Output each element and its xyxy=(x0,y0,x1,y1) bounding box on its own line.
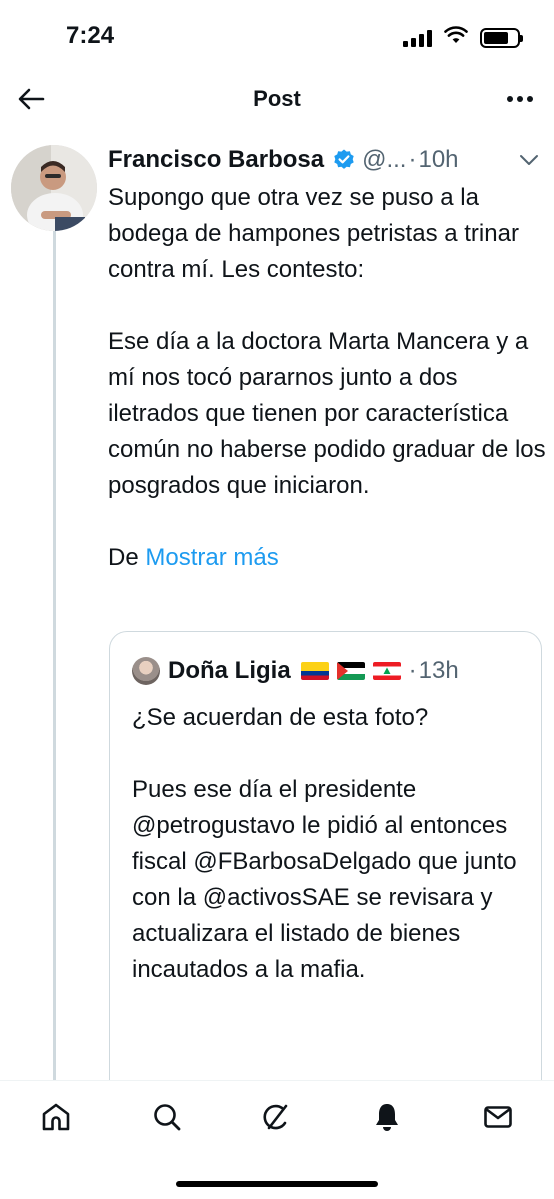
thread-line xyxy=(53,208,56,1080)
lebanon-flag-icon xyxy=(372,662,401,680)
quoted-post-text: ¿Se acuerdan de esta foto? Pues ese día … xyxy=(132,700,532,988)
chevron-down-icon[interactable] xyxy=(518,153,540,167)
tab-search[interactable] xyxy=(147,1099,187,1135)
home-icon xyxy=(42,1103,70,1131)
show-more-link[interactable]: Mostrar más xyxy=(145,544,278,571)
status-time: 7:24 xyxy=(66,22,115,49)
tab-notifications[interactable] xyxy=(367,1099,407,1135)
more-options-button[interactable] xyxy=(502,82,538,116)
page-title: Post xyxy=(253,86,301,111)
post-text: Supongo que otra vez se puso a la bodega… xyxy=(108,180,548,576)
quoted-paragraph: Pues ese día el presidente @petrogustavo… xyxy=(132,776,517,983)
author-name[interactable]: Francisco Barbosa xyxy=(108,146,324,174)
quoted-author-name: Doña Ligia xyxy=(168,657,291,684)
header: Post xyxy=(0,72,554,126)
more-dots-icon xyxy=(507,96,533,102)
grok-icon xyxy=(263,1104,288,1130)
post-truncated-line: De Mostrar más xyxy=(108,540,548,576)
verified-badge-icon xyxy=(332,148,356,172)
post-meta: Francisco Barbosa @... · 10h xyxy=(108,142,540,178)
status-icons xyxy=(403,26,523,49)
tab-messages[interactable] xyxy=(478,1099,518,1135)
meta-separator: · xyxy=(408,146,417,173)
notifications-icon xyxy=(376,1104,398,1131)
flags xyxy=(300,662,401,680)
palestine-flag-icon xyxy=(336,662,365,680)
quoted-post-meta: Doña Ligia · 13h xyxy=(132,654,459,688)
post-paragraph: Supongo que otra vez se puso a la bodega… xyxy=(108,184,519,283)
tab-home[interactable] xyxy=(36,1099,76,1135)
author-avatar[interactable] xyxy=(11,145,97,231)
author-handle[interactable]: @... xyxy=(362,146,406,174)
quoted-meta-separator: · xyxy=(408,657,417,684)
status-bar: 7:24 xyxy=(0,0,554,72)
post-time[interactable]: 10h xyxy=(418,146,458,174)
cellular-signal-icon xyxy=(403,29,432,47)
messages-icon xyxy=(484,1106,512,1128)
colombia-flag-icon xyxy=(300,662,329,680)
wifi-icon xyxy=(444,26,468,49)
search-icon xyxy=(154,1104,181,1131)
truncated-text: De xyxy=(108,544,146,571)
battery-icon xyxy=(480,27,523,48)
home-indicator[interactable] xyxy=(176,1181,378,1187)
tab-grok[interactable] xyxy=(256,1099,296,1135)
quoted-author-avatar xyxy=(132,657,160,685)
quoted-post-time: 13h xyxy=(418,657,459,684)
quoted-post[interactable]: Doña Ligia · 13h ¿Se acuerdan de esta fo… xyxy=(109,631,542,1111)
quoted-paragraph: ¿Se acuerdan de esta foto? xyxy=(132,704,429,731)
post-paragraph: Ese día a la doctora Marta Mancera y a m… xyxy=(108,328,546,499)
